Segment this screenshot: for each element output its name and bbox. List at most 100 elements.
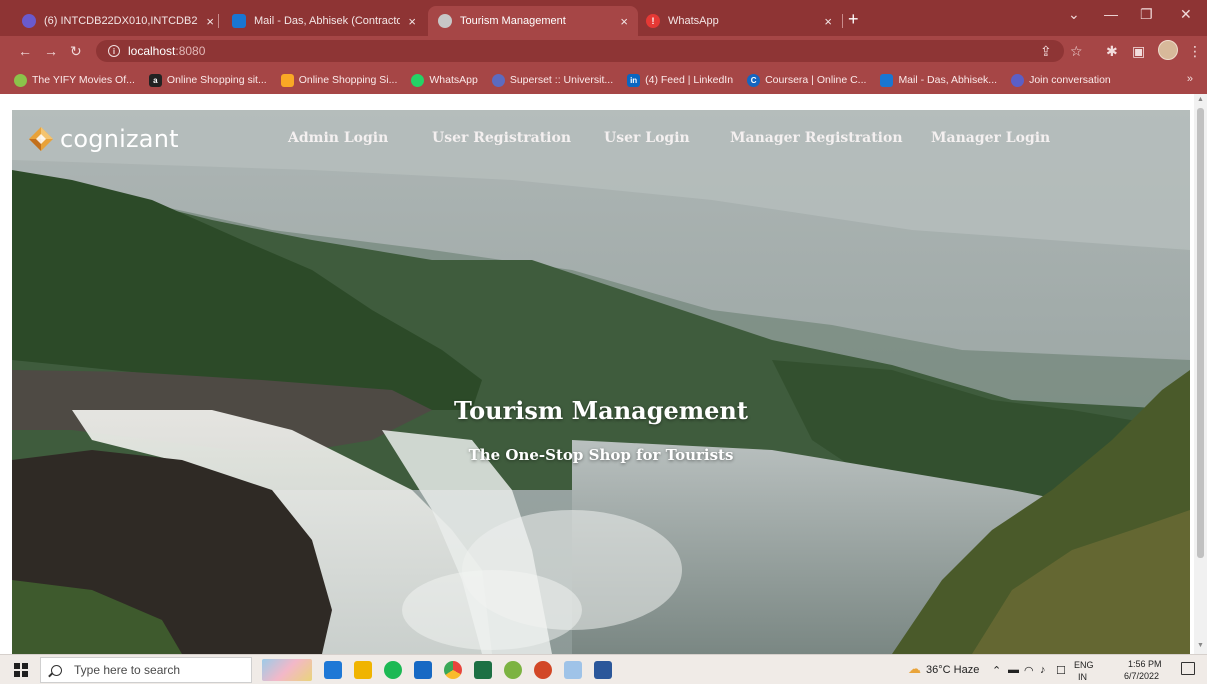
address-host: localhost xyxy=(128,44,176,58)
spotify-icon[interactable] xyxy=(384,661,402,679)
share-icon[interactable]: ⇪ xyxy=(1040,43,1052,60)
page-viewport: cognizant Admin Login User Registration … xyxy=(0,94,1207,654)
bookmark-superset[interactable]: Superset :: Universit... xyxy=(491,73,613,87)
extensions-puzzle-icon[interactable]: ✱ xyxy=(1106,43,1118,60)
clock-time[interactable]: 1:56 PM xyxy=(1128,659,1162,669)
onedrive-icon[interactable]: ☐ xyxy=(1056,664,1066,677)
tab-search-chevron-icon[interactable]: ⌄ xyxy=(1068,6,1080,23)
browser-tab-tourism[interactable]: Tourism Management × xyxy=(428,6,638,36)
widgets-icon[interactable] xyxy=(262,659,312,681)
bookmark-flipkart[interactable]: Online Shopping Si... xyxy=(280,73,397,87)
close-tab-icon[interactable]: × xyxy=(824,14,832,29)
nav-manager-registration[interactable]: Manager Registration xyxy=(730,130,903,146)
tab-separator xyxy=(218,14,219,28)
flipkart-icon xyxy=(280,73,294,87)
address-port: :8080 xyxy=(175,44,206,58)
reload-icon[interactable]: ↻ xyxy=(70,43,82,60)
clock-date[interactable]: 6/7/2022 xyxy=(1124,671,1159,681)
linkedin-icon: in xyxy=(627,73,641,87)
outlook-favicon-icon xyxy=(232,14,246,28)
scroll-up-arrow-icon[interactable]: ▲ xyxy=(1197,96,1204,103)
wifi-icon[interactable]: ◠ xyxy=(1024,664,1034,677)
nav-user-registration[interactable]: User Registration xyxy=(432,130,571,146)
windows-start-icon[interactable] xyxy=(14,663,28,677)
bookmark-star-icon[interactable]: ☆ xyxy=(1070,43,1083,60)
cognizant-logo[interactable]: cognizant xyxy=(26,124,179,154)
excel-icon[interactable] xyxy=(474,661,492,679)
menu-kebab-icon[interactable]: ⋮ xyxy=(1188,43,1202,60)
nav-manager-login[interactable]: Manager Login xyxy=(931,130,1050,146)
bookmark-yify[interactable]: The YIFY Movies Of... xyxy=(14,73,135,87)
close-tab-icon[interactable]: × xyxy=(206,14,214,29)
show-hidden-icons-chevron-icon[interactable]: ⌃ xyxy=(992,664,1001,677)
whatsapp-alert-favicon-icon: ! xyxy=(646,14,660,28)
paint-app-icon[interactable] xyxy=(564,661,582,679)
new-tab-button[interactable]: + xyxy=(848,9,859,30)
bookmark-teams[interactable]: Join conversation xyxy=(1011,73,1111,87)
cognizant-logo-icon xyxy=(29,127,53,151)
battery-icon[interactable]: ▬ xyxy=(1008,664,1019,676)
logo-wordmark: cognizant xyxy=(60,125,179,153)
bookmark-amazon[interactable]: a Online Shopping sit... xyxy=(148,73,267,87)
file-explorer-icon[interactable] xyxy=(354,661,372,679)
microsoft-store-icon[interactable] xyxy=(414,661,432,679)
bookmark-label: Online Shopping sit... xyxy=(166,74,267,86)
notification-center-icon[interactable] xyxy=(1181,662,1195,675)
search-placeholder: Type here to search xyxy=(74,663,181,677)
close-tab-icon[interactable]: × xyxy=(408,14,416,29)
bookmarks-bar: The YIFY Movies Of... a Online Shopping s… xyxy=(0,66,1207,94)
minimize-icon[interactable]: — xyxy=(1104,6,1118,22)
chrome-icon[interactable] xyxy=(444,661,462,679)
language-bottom[interactable]: IN xyxy=(1078,672,1087,682)
taskbar-search-box[interactable]: Type here to search xyxy=(40,657,252,683)
close-tab-icon[interactable]: × xyxy=(620,14,628,29)
outlook-icon xyxy=(880,73,894,87)
waterfall-landscape-image xyxy=(12,110,1190,654)
teams-favicon-icon xyxy=(22,14,36,28)
bookmark-mail[interactable]: Mail - Das, Abhisek... xyxy=(880,73,998,87)
word-icon[interactable] xyxy=(594,661,612,679)
browser-tab-whatsapp[interactable]: ! WhatsApp × xyxy=(636,6,842,36)
nav-user-login[interactable]: User Login xyxy=(604,130,690,146)
whatsapp-icon xyxy=(411,73,425,87)
bookmark-label: Join conversation xyxy=(1029,74,1111,86)
language-top[interactable]: ENG xyxy=(1074,660,1094,670)
bookmark-whatsapp[interactable]: WhatsApp xyxy=(411,73,478,87)
amazon-icon: a xyxy=(148,73,162,87)
browser-tab-mail[interactable]: Mail - Das, Abhisek (Contractor) × xyxy=(222,6,426,36)
maximize-icon[interactable]: ❐ xyxy=(1140,6,1153,23)
tab-title: (6) INTCDB22DX010,INTCDB22D xyxy=(44,15,199,27)
weather-text[interactable]: 36°C Haze xyxy=(926,664,979,676)
scrollbar-thumb[interactable] xyxy=(1197,108,1204,558)
bookmark-linkedin[interactable]: in (4) Feed | LinkedIn xyxy=(627,73,734,87)
windows-taskbar: Type here to search ☁ 36°C Haze ⌃ ▬ ◠ ♪ … xyxy=(0,654,1207,684)
mail-app-icon[interactable] xyxy=(324,661,342,679)
tab-title: Tourism Management xyxy=(460,15,566,27)
volume-icon[interactable]: ♪ xyxy=(1040,664,1046,676)
bookmark-label: Mail - Das, Abhisek... xyxy=(898,74,998,86)
info-icon[interactable]: i xyxy=(108,45,120,57)
scroll-down-arrow-icon[interactable]: ▼ xyxy=(1197,642,1204,649)
hero-title: Tourism Management xyxy=(454,396,748,425)
powerpoint-icon[interactable] xyxy=(534,661,552,679)
profile-avatar[interactable] xyxy=(1158,40,1178,60)
page-scrollbar[interactable]: ▲ ▼ xyxy=(1194,94,1207,654)
tab-title: Mail - Das, Abhisek (Contractor) xyxy=(254,15,401,27)
bookmark-coursera[interactable]: C Coursera | Online C... xyxy=(747,73,866,87)
back-arrow-icon[interactable]: ← xyxy=(18,43,32,59)
bookmarks-overflow-icon[interactable]: » xyxy=(1187,73,1193,85)
yify-icon xyxy=(14,73,27,87)
bookmark-label: WhatsApp xyxy=(429,74,478,86)
weather-sun-icon[interactable]: ☁ xyxy=(908,661,921,677)
browser-toolbar: ← → ↻ i localhost:8080 ⇪ ☆ ✱ ▣ ⋮ xyxy=(0,36,1207,66)
nav-admin-login[interactable]: Admin Login xyxy=(288,130,388,146)
bookmark-label: The YIFY Movies Of... xyxy=(32,74,135,86)
close-window-icon[interactable]: ✕ xyxy=(1180,6,1192,23)
green-app-icon[interactable] xyxy=(504,661,522,679)
browser-tab-teams[interactable]: (6) INTCDB22DX010,INTCDB22D × xyxy=(12,6,224,36)
bookmark-label: (4) Feed | LinkedIn xyxy=(645,74,734,86)
superset-icon xyxy=(491,73,505,87)
side-panel-icon[interactable]: ▣ xyxy=(1132,43,1145,60)
forward-arrow-icon[interactable]: → xyxy=(44,43,58,59)
address-bar[interactable]: i localhost:8080 xyxy=(96,40,1064,62)
